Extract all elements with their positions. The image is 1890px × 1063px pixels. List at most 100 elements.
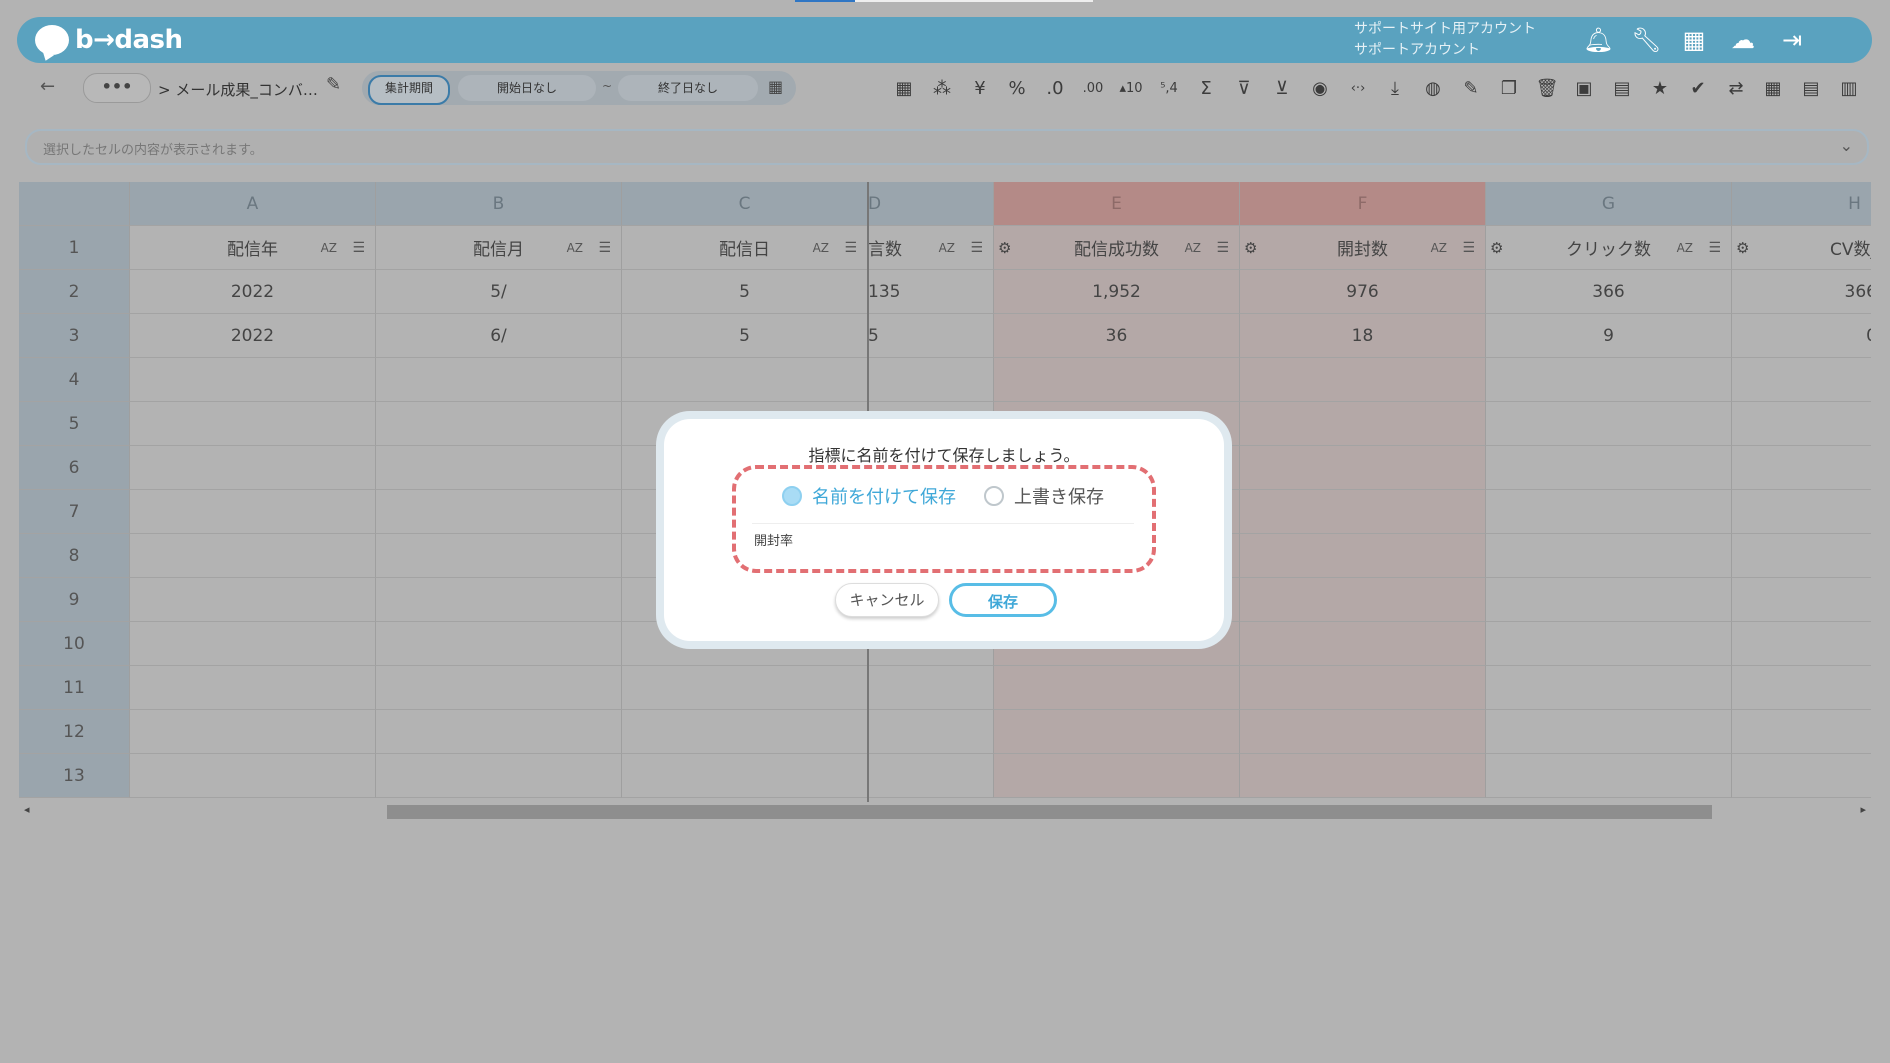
column-header-b[interactable]: B	[376, 182, 622, 226]
code-icon[interactable]: ‹·›	[1344, 76, 1372, 102]
table-cell[interactable]	[1732, 666, 1871, 710]
table-cell[interactable]	[130, 666, 376, 710]
table-cell[interactable]: 1,952	[994, 270, 1240, 314]
table-cell[interactable]	[376, 622, 622, 666]
table-cell[interactable]	[1240, 666, 1486, 710]
table-cell[interactable]	[376, 402, 622, 446]
trash-icon[interactable]: 🗑	[1533, 76, 1561, 102]
download-icon[interactable]: ⤓	[1381, 76, 1409, 102]
table-cell[interactable]: 5	[868, 314, 994, 358]
table-cell[interactable]	[376, 534, 622, 578]
wrench-icon[interactable]: 🔧︎	[1631, 25, 1661, 55]
sort-az-icon[interactable]: AZ	[1677, 241, 1693, 255]
table-cell[interactable]	[1732, 490, 1871, 534]
table-cell[interactable]	[1486, 534, 1732, 578]
table-cell[interactable]	[1486, 358, 1732, 402]
table-cell[interactable]	[1486, 578, 1732, 622]
bell-icon[interactable]: 🔔︎	[1583, 25, 1613, 55]
cell-content-bar[interactable]: 選択したセルの内容が表示されます。 ⌄	[25, 129, 1869, 165]
scrollbar-thumb[interactable]	[387, 805, 1712, 819]
calendar-icon[interactable]: ▦	[1759, 76, 1787, 102]
table-cell[interactable]	[1732, 534, 1871, 578]
table-cell[interactable]	[1732, 754, 1871, 798]
save-button[interactable]: 保存	[949, 583, 1057, 617]
rename-pencil-icon[interactable]: ✎	[326, 74, 341, 95]
repeat-icon[interactable]: ⇄	[1722, 76, 1750, 102]
column-header-f[interactable]: F	[1240, 182, 1486, 226]
field-header-cell[interactable]: 配信成功数 AZ ☰ ⚙	[994, 226, 1240, 270]
table-cell[interactable]	[130, 710, 376, 754]
row-header[interactable]: 4	[19, 358, 130, 402]
loading-icon[interactable]: ⁂	[928, 76, 956, 102]
table-cell[interactable]	[130, 402, 376, 446]
table-cell[interactable]: 2022	[130, 270, 376, 314]
table-cell[interactable]	[1240, 446, 1486, 490]
table-cell[interactable]	[376, 446, 622, 490]
row-header[interactable]: 9	[19, 578, 130, 622]
field-header-cell[interactable]: 開封数 AZ ☰ ⚙	[1240, 226, 1486, 270]
table-cell[interactable]	[376, 490, 622, 534]
copy-icon[interactable]: ❐	[1495, 76, 1523, 102]
table-cell[interactable]: 5	[622, 270, 868, 314]
table-cell[interactable]	[622, 666, 868, 710]
table-cell[interactable]	[622, 754, 868, 798]
corner-cell[interactable]	[19, 182, 130, 226]
row-header[interactable]: 10	[19, 622, 130, 666]
table-cell[interactable]: 6/	[376, 314, 622, 358]
row-header[interactable]: 1	[19, 226, 130, 270]
column-header-g[interactable]: G	[1486, 182, 1732, 226]
yen-icon[interactable]: ¥	[966, 76, 994, 102]
field-header-cell[interactable]: 配信日 AZ ☰	[622, 226, 868, 270]
sort-az-icon[interactable]: AZ	[1431, 241, 1447, 255]
table-cell[interactable]	[1732, 358, 1871, 402]
row-header[interactable]: 11	[19, 666, 130, 710]
eye-icon[interactable]: ◉	[1306, 76, 1334, 102]
table-cell[interactable]: 5	[622, 314, 868, 358]
filter-icon[interactable]: ☰	[1216, 240, 1229, 256]
table-cell[interactable]: 0	[1732, 314, 1871, 358]
table-cell[interactable]	[376, 666, 622, 710]
table-cell[interactable]	[1486, 666, 1732, 710]
table-cell[interactable]	[1732, 578, 1871, 622]
row-header[interactable]: 13	[19, 754, 130, 798]
period-label-button[interactable]: 集計期間	[368, 75, 450, 105]
more-button[interactable]: •••	[83, 73, 151, 103]
field-header-cell[interactable]: 配信月 AZ ☰	[376, 226, 622, 270]
radio-save-as[interactable]: 名前を付けて保存	[782, 483, 956, 509]
sort-az-icon[interactable]: AZ	[813, 241, 829, 255]
table-cell[interactable]	[994, 358, 1240, 402]
horizontal-scrollbar[interactable]: ◂ ▸	[19, 803, 1871, 821]
filter-icon[interactable]: ⊻	[1268, 76, 1296, 102]
thousands-icon[interactable]: ⁵,4	[1155, 76, 1183, 102]
table-cell[interactable]	[376, 578, 622, 622]
gear-icon[interactable]: ⚙	[998, 239, 1011, 257]
chart-icon[interactable]: ◍	[1419, 76, 1447, 102]
logout-icon[interactable]: ⇥	[1777, 25, 1807, 55]
field-header-cell[interactable]: 配信年 AZ ☰	[130, 226, 376, 270]
table-icon[interactable]: ▦	[890, 76, 918, 102]
table-cell[interactable]: 2022	[130, 314, 376, 358]
table-cell[interactable]	[1240, 578, 1486, 622]
calendar-picker-icon[interactable]: ▦	[768, 77, 783, 96]
table-cell[interactable]	[1732, 446, 1871, 490]
filter-icon[interactable]: ☰	[970, 240, 983, 256]
account-info[interactable]: サポートサイト用アカウント サポートアカウント	[1354, 19, 1536, 61]
table-cell[interactable]: 36	[994, 314, 1240, 358]
filter-icon[interactable]: ☰	[352, 240, 365, 256]
row-header[interactable]: 12	[19, 710, 130, 754]
sort-az-icon[interactable]: AZ	[939, 241, 955, 255]
table-cell[interactable]: 5/	[376, 270, 622, 314]
field-header-cell[interactable]: CV数_ ⚙	[1732, 226, 1871, 270]
table-cell[interactable]	[1486, 710, 1732, 754]
table-cell[interactable]: 135	[868, 270, 994, 314]
column-header-a[interactable]: A	[130, 182, 376, 226]
table-cell[interactable]	[994, 710, 1240, 754]
field-header-cell[interactable]: 言数 AZ ☰	[868, 226, 994, 270]
sort-az-icon[interactable]: AZ	[321, 241, 337, 255]
filter-icon[interactable]: ☰	[598, 240, 611, 256]
scroll-left-icon[interactable]: ◂	[24, 803, 30, 816]
sort-az-icon[interactable]: AZ	[567, 241, 583, 255]
table-cell[interactable]	[1732, 402, 1871, 446]
table-cell[interactable]	[1732, 710, 1871, 754]
table-cell[interactable]	[376, 754, 622, 798]
